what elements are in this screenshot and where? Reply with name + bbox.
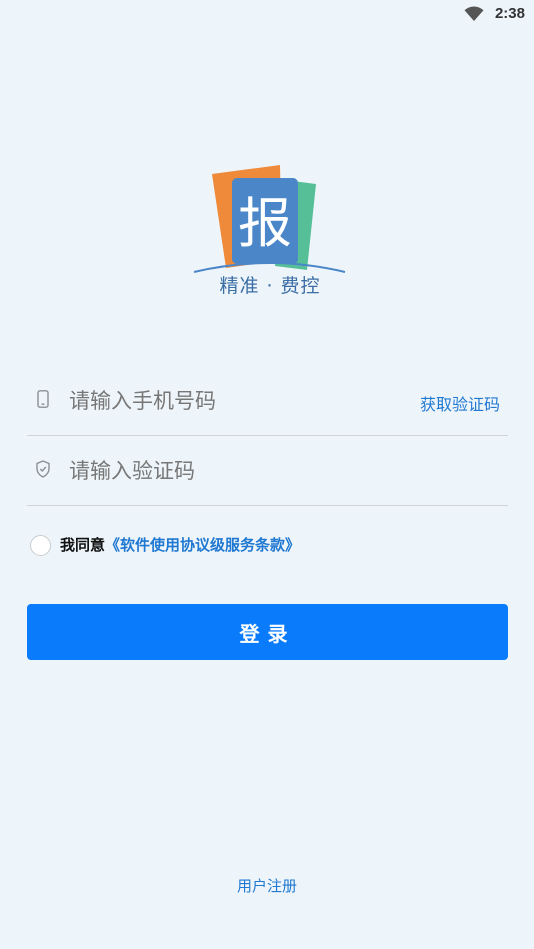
agreement-checkbox[interactable]: [30, 535, 51, 556]
phone-input[interactable]: [69, 379, 409, 423]
login-button[interactable]: 登录: [27, 604, 508, 660]
code-input[interactable]: [69, 449, 409, 493]
logo-slogan: 精准 · 费控: [219, 275, 321, 297]
code-row: [27, 435, 508, 506]
wifi-icon: [464, 6, 484, 22]
phone-row: 获取验证码: [27, 365, 508, 436]
agreement-text: 我同意《软件使用协议级服务条款》: [60, 534, 300, 555]
logo-glyph: 报: [238, 192, 292, 255]
get-code-button[interactable]: 获取验证码: [420, 391, 500, 415]
status-time: 2:38: [494, 5, 525, 22]
shield-icon: [36, 460, 50, 478]
phone-icon: [37, 390, 49, 408]
status-bar: 2:38: [0, 0, 534, 28]
agreement-link[interactable]: 《软件使用协议级服务条款》: [105, 536, 300, 554]
register-link[interactable]: 用户注册: [0, 875, 534, 896]
agreement-prefix: 我同意: [60, 536, 106, 554]
